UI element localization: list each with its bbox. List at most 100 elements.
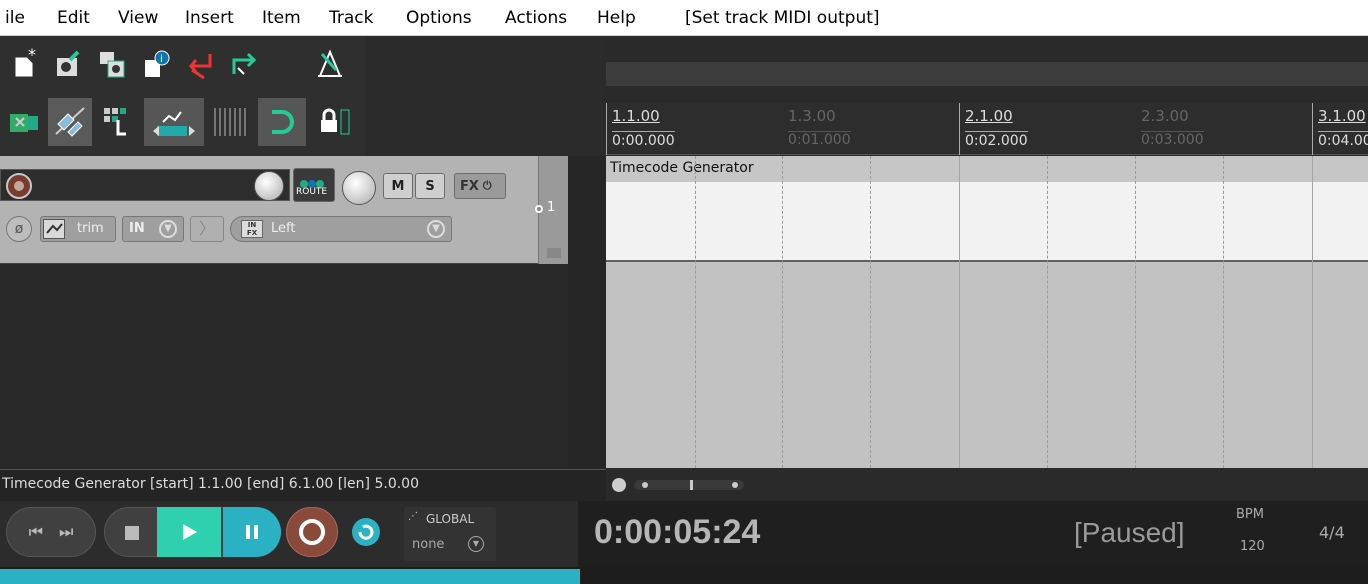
time-signature[interactable]: 4/4	[1319, 523, 1345, 542]
go-to-end-icon[interactable]: ⏭	[59, 522, 73, 542]
record-arm-button[interactable]	[6, 173, 32, 199]
input-fx-icon[interactable]: IN FX	[241, 220, 263, 238]
menu-actions[interactable]: Actions	[505, 8, 567, 28]
bpm-value[interactable]: 120	[1240, 539, 1265, 554]
svg-text:*: *	[28, 48, 36, 64]
metronome-icon[interactable]	[268, 44, 358, 84]
fx-button[interactable]: FX ⏻	[454, 173, 506, 199]
ripple-edit-icon[interactable]	[4, 102, 44, 142]
menu-help[interactable]: Help	[597, 8, 636, 28]
play-state: [Paused]	[1074, 517, 1185, 548]
track-number: 1	[547, 200, 556, 215]
menu-insert[interactable]: Insert	[185, 8, 234, 28]
grid-line	[1223, 156, 1224, 468]
menu-file[interactable]: ile	[5, 8, 25, 28]
track-name-field[interactable]	[0, 169, 290, 201]
status-bar: Timecode Generator [start] 1.1.00 [end] …	[0, 469, 606, 501]
stop-icon[interactable]	[125, 526, 139, 540]
project-settings-icon[interactable]: i	[136, 44, 176, 84]
play-button[interactable]	[157, 507, 221, 557]
scrollbar-track[interactable]	[634, 480, 744, 490]
horizontal-scroll-area[interactable]	[606, 469, 1368, 501]
folder-icon[interactable]	[547, 248, 561, 258]
save-project-icon[interactable]	[92, 44, 132, 84]
bottom-strip	[0, 567, 1368, 584]
input-arrow-icon[interactable]: 〉	[190, 216, 224, 242]
menu-bar: ile Edit View Insert Item Track Options …	[0, 0, 1368, 36]
panel-divider[interactable]	[568, 156, 606, 469]
automation-mode[interactable]: ⋰ GLOBAL none ▼	[404, 507, 496, 561]
ruler-time: 0:04.000	[1318, 131, 1368, 149]
action-hint: [Set track MIDI output]	[685, 8, 880, 28]
record-button[interactable]	[286, 507, 338, 557]
ruler-beat: 2.3.00	[1141, 107, 1189, 125]
automation-mode-label: GLOBAL	[426, 512, 475, 526]
in-label: IN	[129, 221, 145, 236]
pan-knob[interactable]	[342, 171, 376, 205]
region-bar[interactable]	[606, 62, 1368, 86]
ruler-time: 0:03.000	[1141, 131, 1204, 148]
transport-nav-group: ⏮ ⏭	[6, 507, 96, 557]
grid-line	[1312, 156, 1313, 468]
pause-button[interactable]	[223, 507, 281, 557]
scroll-left-icon[interactable]	[612, 478, 626, 492]
main-toolbar: * i	[0, 36, 365, 156]
menu-item[interactable]: Item	[262, 8, 301, 28]
grid-line	[959, 156, 960, 468]
menu-options[interactable]: Options	[406, 8, 472, 28]
play-icon	[183, 524, 197, 540]
ruler-time: 0:02.000	[965, 131, 1028, 149]
envelope-lock-icon[interactable]	[144, 98, 204, 146]
new-project-icon[interactable]: *	[4, 44, 44, 84]
route-button[interactable]: ROUTE	[293, 168, 335, 202]
fx-bypass-icon[interactable]: ⏻	[483, 179, 492, 193]
time-display-panel[interactable]: 0:00:05:24 [Paused] BPM 120 4/4	[578, 501, 1368, 567]
chevron-down-icon: ▼	[468, 536, 484, 552]
trim-envelope-button[interactable]: trim	[40, 216, 116, 242]
chevron-down-icon: ▼	[159, 220, 177, 238]
solo-button[interactable]: S	[415, 173, 445, 199]
ruler-beat: 2.1.00	[965, 107, 1013, 125]
open-project-icon[interactable]	[48, 44, 88, 84]
snap-icon[interactable]	[258, 98, 306, 146]
record-icon	[299, 519, 325, 545]
track-number-column[interactable]: 1	[535, 156, 568, 264]
ruler-time: 0:01.000	[788, 131, 851, 148]
trim-label: trim	[77, 221, 104, 236]
item-info-text: Timecode Generator [start] 1.1.00 [end] …	[2, 476, 419, 492]
grid-lines-icon[interactable]	[206, 98, 256, 146]
mute-button[interactable]: M	[383, 173, 413, 199]
track-connector-icon	[535, 205, 543, 213]
grid-line	[782, 156, 783, 468]
menu-track[interactable]: Track	[329, 8, 373, 28]
loop-icon	[352, 518, 380, 546]
ruler-beat: 3.1.00	[1318, 107, 1366, 125]
redo-icon[interactable]	[224, 44, 264, 84]
lock-icon[interactable]	[310, 98, 360, 146]
media-item-header[interactable]: Timecode Generator	[606, 156, 1368, 182]
grid-line	[870, 156, 871, 468]
snap-grid-icon[interactable]	[96, 98, 140, 146]
automation-mode-value: none	[412, 537, 445, 552]
route-label: ROUTE	[296, 187, 328, 197]
phase-invert-icon[interactable]: ø	[6, 216, 32, 242]
io-icon	[300, 173, 328, 188]
undo-icon[interactable]	[180, 44, 220, 84]
ruler-beat: 1.1.00	[612, 107, 660, 125]
input-select[interactable]: IN FX Left ▼	[230, 216, 452, 242]
grid-line	[1135, 156, 1136, 468]
volume-knob[interactable]	[254, 171, 284, 201]
fx-label: FX	[460, 178, 479, 194]
ruler-beat: 1.3.00	[788, 107, 836, 125]
go-to-start-icon[interactable]: ⏮	[29, 522, 43, 542]
menu-edit[interactable]: Edit	[57, 8, 90, 28]
input-monitor-button[interactable]: IN ▼	[122, 216, 184, 242]
timeline-ruler[interactable]: 1.1.00 0:00.000 1.3.00 0:01.000 2.1.00 0…	[606, 103, 1368, 155]
time-display: 0:00:05:24	[594, 513, 761, 551]
input-name: Left	[271, 221, 296, 236]
auto-crossfade-icon[interactable]	[48, 98, 92, 146]
menu-view[interactable]: View	[118, 8, 158, 28]
item-name: Timecode Generator	[610, 160, 754, 176]
envelope-icon	[43, 219, 65, 239]
repeat-button[interactable]	[346, 507, 386, 557]
